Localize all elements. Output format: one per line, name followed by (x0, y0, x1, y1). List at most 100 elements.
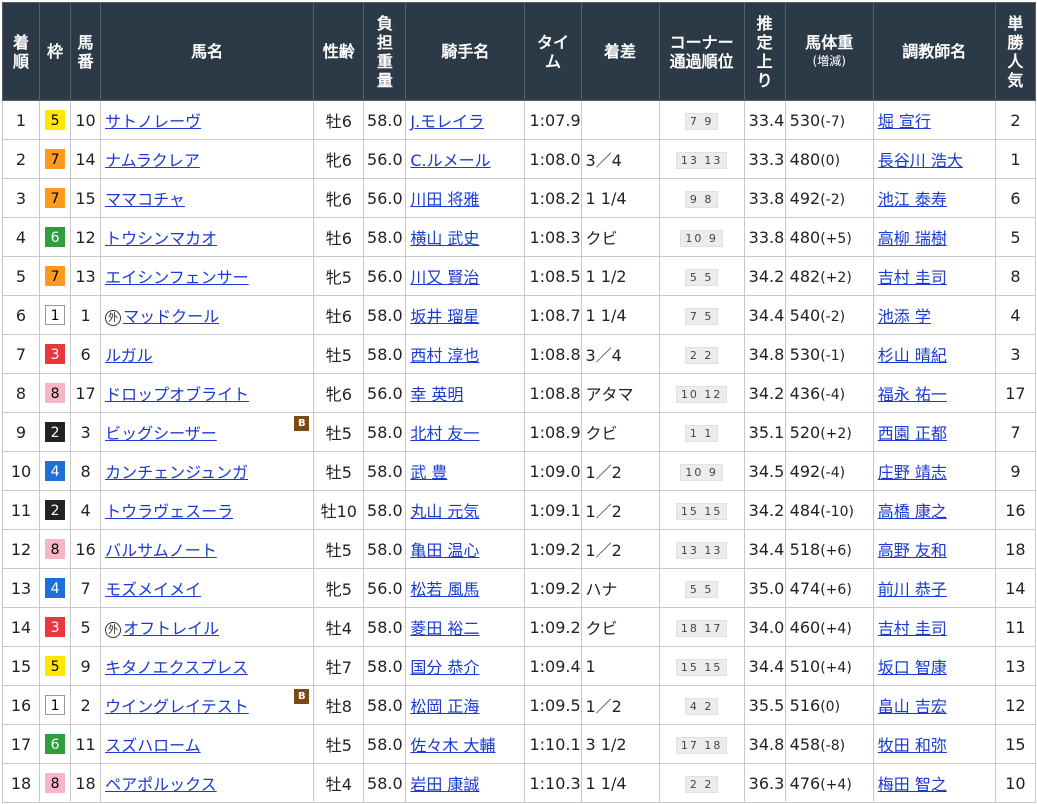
horse-name-link[interactable]: ドロップオブライト (105, 385, 249, 404)
jockey-name-link[interactable]: C.ルメール (410, 151, 490, 170)
horse-name-link[interactable]: ママコチャ (105, 190, 185, 209)
trainer-name-link[interactable]: 高野 友和 (878, 541, 947, 560)
margin-cell: 1／2 (580, 529, 660, 569)
bodyweight-change: (+4) (820, 659, 852, 676)
jockey-name-link[interactable]: 武 豊 (410, 463, 447, 482)
header-sexage: 性齢 (313, 2, 365, 101)
sexage-cell: 牡4 (313, 763, 365, 803)
horse-name-link[interactable]: トウラヴェスーラ (105, 502, 233, 521)
table-row: 5 7 13 エイシンフェンサー 牝5 56.0 川又 賢治 1:08.5 1 1/2 5 5 34… (1, 256, 1037, 296)
trainer-cell: 高野 友和 (872, 529, 996, 569)
rank-cell: 4 (1, 217, 41, 257)
jockey-name-link[interactable]: 菱田 裕二 (410, 619, 479, 638)
jockey-name-link[interactable]: 横山 武史 (410, 229, 479, 248)
trainer-name-link[interactable]: 堀 宣行 (878, 112, 931, 131)
trainer-name-link[interactable]: 畠山 吉宏 (878, 697, 947, 716)
trainer-name-link[interactable]: 牧田 和弥 (878, 736, 947, 755)
rank-cell: 9 (1, 412, 41, 452)
corner-cell: 10 9 (658, 451, 745, 491)
time-cell: 1:09.4 (524, 646, 582, 686)
blinker-icon: B (294, 416, 310, 431)
time-cell: 1:09.2 (524, 607, 582, 647)
jockey-name-link[interactable]: 坂井 瑠星 (410, 307, 479, 326)
last3f-cell: 35.0 (743, 568, 786, 608)
trainer-name-link[interactable]: 池江 泰寿 (878, 190, 947, 209)
horse-name-link[interactable]: モズメイメイ (105, 580, 201, 599)
horse-name-link[interactable]: ウイングレイテスト (105, 697, 249, 716)
waku-cell: 7 (39, 139, 72, 179)
jockey-cell: 武 豊 (405, 451, 526, 491)
last3f-cell: 34.5 (743, 451, 786, 491)
jockey-cell: 佐々木 大輔 (405, 724, 526, 764)
waku-cell: 4 (39, 568, 72, 608)
jockey-name-link[interactable]: 国分 恭介 (410, 658, 479, 677)
bodyweight-value: 460 (789, 617, 821, 637)
margin-cell: 1／2 (580, 490, 660, 530)
jockey-name-link[interactable]: 川田 将雅 (410, 190, 479, 209)
bodyweight-value: 476 (789, 773, 821, 793)
bodyweight-change: (-7) (820, 113, 846, 130)
horse-name-link[interactable]: マッドクール (123, 307, 219, 326)
jockey-name-link[interactable]: 亀田 温心 (410, 541, 479, 560)
horse-name-link[interactable]: カンチェンジュンガ (105, 463, 248, 482)
horse-name-link[interactable]: エイシンフェンサー (105, 268, 249, 287)
jockey-name-link[interactable]: 川又 賢治 (410, 268, 479, 287)
bodyweight-cell: 480(0) (784, 139, 874, 179)
trainer-name-link[interactable]: 坂口 智康 (878, 658, 947, 677)
horse-name-link[interactable]: バルサムノート (105, 541, 217, 560)
horse-name-link[interactable]: ビッグシーザー (105, 424, 217, 443)
horse-name-link[interactable]: スズハローム (105, 736, 201, 755)
jockey-name-link[interactable]: J.モレイラ (410, 112, 484, 131)
table-body: 1 5 10 サトノレーヴ 牡6 58.0 J.モレイラ 1:07.9 7 9 33.4 530(-… (1, 100, 1037, 803)
trainer-name-link[interactable]: 吉村 圭司 (878, 268, 947, 287)
trainer-name-link[interactable]: 庄野 靖志 (878, 463, 947, 482)
jockey-name-link[interactable]: 松若 風馬 (410, 580, 479, 599)
jockey-name-link[interactable]: 佐々木 大輔 (410, 736, 495, 755)
jockey-name-link[interactable]: 岩田 康誠 (410, 775, 479, 794)
horse-name-link[interactable]: ルガル (105, 346, 153, 365)
weight-cell: 58.0 (363, 217, 407, 257)
table-row: 12 8 16 バルサムノート 牡5 58.0 亀田 温心 1:09.2 1／2 13 13 34.… (1, 529, 1037, 569)
jockey-name-link[interactable]: 松岡 正海 (410, 697, 479, 716)
trainer-name-link[interactable]: 福永 祐一 (878, 385, 947, 404)
trainer-name-link[interactable]: 杉山 晴紀 (878, 346, 947, 365)
waku-badge: 2 (45, 422, 66, 442)
trainer-name-link[interactable]: 池添 学 (878, 307, 931, 326)
horse-cell: トウシンマカオ (100, 217, 315, 257)
horse-name-link[interactable]: オフトレイル (123, 619, 219, 638)
horse-name-link[interactable]: サトノレーヴ (105, 112, 201, 131)
bodyweight-cell: 480(+5) (784, 217, 874, 257)
trainer-name-link[interactable]: 高橋 康之 (878, 502, 947, 521)
bodyweight-value: 520 (789, 422, 821, 442)
margin-cell: 1 1/4 (580, 763, 660, 803)
umaban-cell: 7 (70, 568, 102, 608)
jockey-name-link[interactable]: 西村 淳也 (410, 346, 479, 365)
bodyweight-cell: 540(-2) (784, 295, 874, 335)
trainer-name-link[interactable]: 吉村 圭司 (878, 619, 947, 638)
horse-cell: ドロップオブライト (100, 373, 315, 413)
horse-name-link[interactable]: キタノエクスプレス (105, 658, 248, 677)
jockey-name-link[interactable]: 幸 英明 (410, 385, 463, 404)
margin-cell: 1／2 (580, 451, 660, 491)
jockey-name-link[interactable]: 丸山 元気 (410, 502, 479, 521)
jockey-name-link[interactable]: 北村 友一 (410, 424, 479, 443)
last3f-cell: 33.8 (743, 178, 786, 218)
sexage-cell: 牝6 (313, 139, 365, 179)
bodyweight-value: 510 (789, 656, 821, 676)
bodyweight-cell: 476(+4) (784, 763, 874, 803)
sexage-cell: 牡5 (313, 412, 365, 452)
trainer-name-link[interactable]: 長谷川 浩大 (878, 151, 963, 170)
horse-name-link[interactable]: トウシンマカオ (105, 229, 217, 248)
horse-name-link[interactable]: ペアポルックス (105, 775, 217, 794)
trainer-cell: 西園 正都 (872, 412, 996, 452)
margin-cell: クビ (580, 412, 660, 452)
trainer-name-link[interactable]: 梅田 智之 (878, 775, 947, 794)
table-row: 9 2 3 ビッグシーザー B 牡5 58.0 北村 友一 1:08.9 クビ 1 1 35.1 520… (1, 412, 1037, 452)
trainer-name-link[interactable]: 前川 恭子 (878, 580, 947, 599)
trainer-name-link[interactable]: 高柳 瑞樹 (878, 229, 947, 248)
bodyweight-value: 530 (789, 110, 821, 130)
horse-name-link[interactable]: ナムラクレア (105, 151, 200, 170)
trainer-name-link[interactable]: 西園 正都 (878, 424, 947, 443)
time-cell: 1:09.0 (524, 451, 582, 491)
bodyweight-change: (+2) (820, 269, 852, 286)
